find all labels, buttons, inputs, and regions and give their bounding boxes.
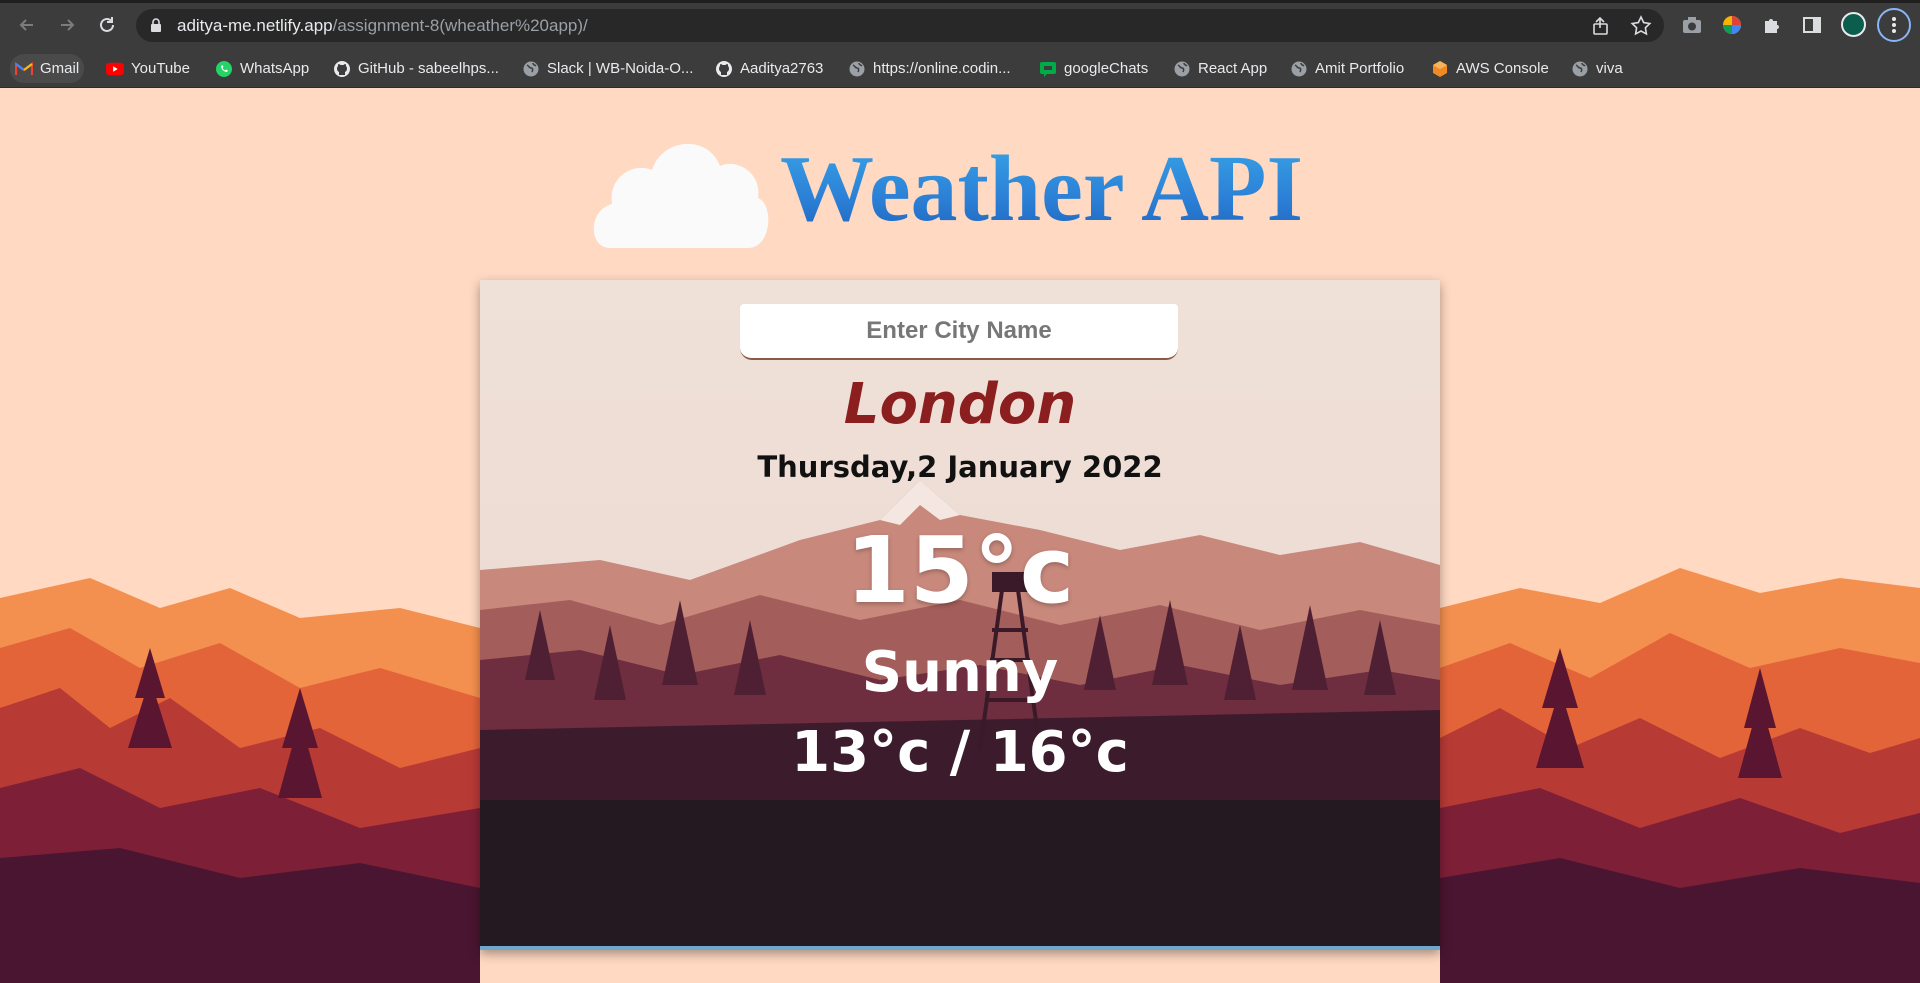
bookmark-react-app[interactable]: React App xyxy=(1168,54,1272,83)
url-text[interactable]: aditya-me.netlify.app/assignment-8(wheat… xyxy=(177,16,588,36)
bookmark-label: Slack | WB-Noida-O... xyxy=(547,60,694,77)
weather-condition: Sunny xyxy=(861,640,1059,705)
color-extension-icon[interactable] xyxy=(1720,13,1744,37)
aws-icon xyxy=(1431,60,1449,78)
youtube-icon xyxy=(106,60,124,78)
weather-page: Weather API Enter City Name London Thurs… xyxy=(0,88,1920,983)
bookmark-online-coding[interactable]: https://online.codin... xyxy=(843,54,1016,83)
browser-toolbar: aditya-me.netlify.app/assignment-8(wheat… xyxy=(0,0,1920,50)
back-button[interactable] xyxy=(15,13,39,37)
bookmark-label: googleChats xyxy=(1064,60,1149,77)
more-vert-icon xyxy=(1892,17,1896,33)
bookmark-label: React App xyxy=(1198,60,1268,77)
bookmark-label: viva xyxy=(1596,60,1623,77)
puzzle-extensions-icon[interactable] xyxy=(1760,13,1784,37)
globe-icon xyxy=(1290,60,1308,78)
city-name: London xyxy=(843,372,1077,437)
bookmark-aws-console[interactable]: AWS Console xyxy=(1426,54,1554,83)
page-title: Weather API xyxy=(780,134,1303,244)
camera-extension-icon[interactable] xyxy=(1680,13,1704,37)
bookmark-label: AWS Console xyxy=(1456,60,1549,77)
cloud-logo-icon xyxy=(593,143,769,248)
bookmarks-bar: Gmail YouTube WhatsApp GitHub - sabeelhp… xyxy=(0,50,1920,88)
date-text: Thursday,2 January 2022 xyxy=(757,450,1163,484)
bookmark-googlechats[interactable]: googleChats xyxy=(1034,54,1153,83)
chrome-menu-button[interactable] xyxy=(1877,8,1911,42)
bookmark-aaditya[interactable]: Aaditya2763 xyxy=(710,54,828,83)
address-bar[interactable]: aditya-me.netlify.app/assignment-8(wheat… xyxy=(136,9,1664,42)
bookmark-gmail[interactable]: Gmail xyxy=(10,54,85,83)
tab-strip-edge xyxy=(0,0,1920,3)
share-icon[interactable] xyxy=(1590,15,1612,37)
globe-icon xyxy=(848,60,866,78)
bookmark-viva[interactable]: viva xyxy=(1566,54,1628,83)
google-chat-icon xyxy=(1039,60,1057,78)
bookmark-label: Gmail xyxy=(40,60,80,77)
forward-arrow-icon xyxy=(61,19,75,31)
url-path: /assignment-8(wheather%20app)/ xyxy=(332,16,588,35)
reload-button[interactable] xyxy=(95,13,119,37)
bookmark-youtube[interactable]: YouTube xyxy=(101,54,195,83)
current-temperature: 15°c xyxy=(845,517,1075,624)
min-max-temperature: 13°c / 16°c xyxy=(791,720,1129,785)
gmail-icon xyxy=(15,60,33,78)
bookmark-whatsapp[interactable]: WhatsApp xyxy=(210,54,314,83)
side-panel-icon[interactable] xyxy=(1800,13,1824,37)
reload-icon xyxy=(100,17,114,32)
globe-icon xyxy=(1571,60,1589,78)
bookmark-label: https://online.codin... xyxy=(873,60,1011,77)
globe-icon xyxy=(522,60,540,78)
lock-icon xyxy=(151,18,161,32)
weather-card: London Thursday,2 January 2022 15°c Sunn… xyxy=(480,280,1440,950)
url-host: aditya-me.netlify.app xyxy=(177,16,333,35)
forward-button[interactable] xyxy=(55,13,79,37)
bookmark-amit-portfolio[interactable]: Amit Portfolio xyxy=(1285,54,1409,83)
back-arrow-icon xyxy=(19,19,33,31)
bookmark-star-icon[interactable] xyxy=(1630,15,1652,37)
bookmark-label: Amit Portfolio xyxy=(1315,60,1405,77)
bookmark-label: Aaditya2763 xyxy=(740,60,824,77)
bookmark-label: GitHub - sabeelhps... xyxy=(358,60,499,77)
bookmark-label: YouTube xyxy=(131,60,190,77)
bookmark-label: WhatsApp xyxy=(240,60,310,77)
globe-icon xyxy=(1173,60,1191,78)
github-icon xyxy=(333,60,351,78)
bookmark-github-sabeel[interactable]: GitHub - sabeelhps... xyxy=(328,54,504,83)
profile-avatar[interactable] xyxy=(1841,12,1866,37)
city-search-input[interactable] xyxy=(740,304,1178,360)
whatsapp-icon xyxy=(215,60,233,78)
bookmark-slack[interactable]: Slack | WB-Noida-O... xyxy=(517,54,698,83)
github-icon xyxy=(715,60,733,78)
